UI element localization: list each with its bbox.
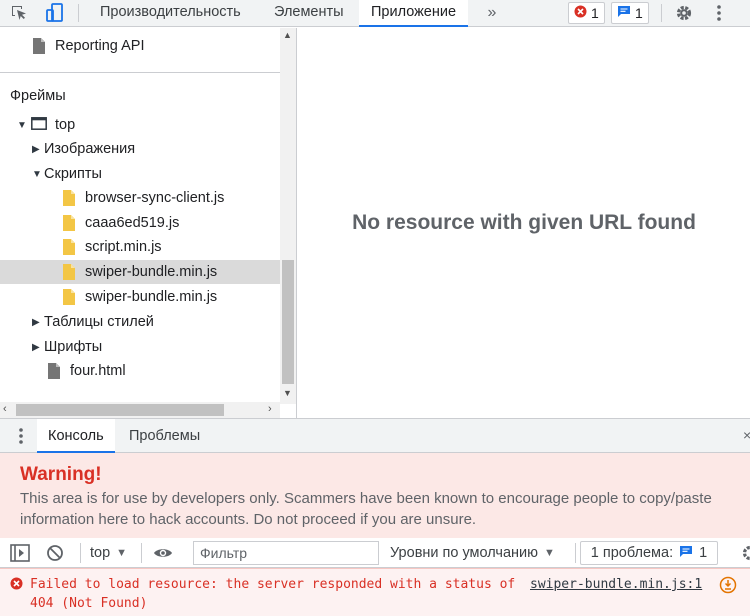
- vertical-scrollbar-thumb[interactable]: [282, 260, 294, 384]
- scroll-right-icon[interactable]: ›: [268, 403, 272, 415]
- tree-item-images[interactable]: ▶ Изображения: [0, 137, 280, 161]
- tree-item-label: swiper-bundle.min.js: [85, 289, 218, 305]
- toolbar-separator: [80, 543, 81, 563]
- warning-title: Warning!: [20, 464, 102, 485]
- dropdown-triangle-icon: ▼: [116, 547, 128, 559]
- frames-section-title: Фреймы: [10, 88, 66, 104]
- triangle-down-icon[interactable]: ▼: [32, 169, 44, 180]
- toolbar-separator: [141, 543, 142, 563]
- tab-application[interactable]: Приложение: [359, 0, 469, 27]
- horizontal-scrollbar-thumb[interactable]: [16, 404, 224, 416]
- tree-item-script-file[interactable]: caaa6ed519.js: [0, 211, 280, 235]
- context-selector-label: top: [90, 545, 111, 561]
- frame-icon: [31, 116, 47, 134]
- toolbar-separator: [575, 543, 576, 563]
- context-selector[interactable]: top ▼: [90, 538, 127, 568]
- messages-badge[interactable]: 1: [611, 2, 649, 24]
- script-file-icon: [63, 190, 75, 206]
- tab-console[interactable]: Консоль: [37, 419, 115, 453]
- drawer-menu-icon[interactable]: [10, 425, 32, 447]
- error-badge[interactable]: 1: [568, 2, 605, 24]
- more-vertical-icon[interactable]: [708, 2, 730, 24]
- tree-item-script-file-selected[interactable]: swiper-bundle.min.js: [0, 260, 280, 284]
- tree-item-fonts[interactable]: ▶ Шрифты: [0, 335, 280, 359]
- scroll-left-icon[interactable]: ‹: [3, 403, 7, 415]
- toolbar-separator: [78, 4, 79, 22]
- chevron-double-right-icon[interactable]: »: [481, 2, 503, 24]
- tree-item-label: caaa6ed519.js: [85, 215, 180, 231]
- tree-item-stylesheets[interactable]: ▶ Таблицы стилей: [0, 310, 280, 334]
- clear-console-icon[interactable]: [46, 538, 64, 568]
- dropdown-triangle-icon: ▼: [544, 547, 555, 559]
- eye-icon[interactable]: [153, 538, 173, 568]
- log-levels-label: Уровни по умолчанию: [390, 545, 539, 561]
- tree-item-reporting-api[interactable]: Reporting API: [0, 34, 280, 58]
- tree-item-label: browser-sync-client.js: [85, 190, 225, 206]
- devtools-toolbar: Производительность Элементы Приложение »…: [0, 0, 750, 27]
- triangle-down-icon[interactable]: ▼: [17, 120, 29, 131]
- message-icon: [679, 545, 693, 562]
- self-xss-warning: Warning! This area is for use by develop…: [0, 453, 750, 538]
- tree-item-label: script.min.js: [85, 239, 162, 255]
- file-icon: [33, 38, 45, 54]
- drawer-tabbar: Консоль Проблемы ×: [0, 418, 750, 453]
- tree-item-script-file[interactable]: swiper-bundle.min.js: [0, 285, 280, 309]
- script-file-icon: [63, 289, 75, 305]
- error-message-text: Failed to load resource: the server resp…: [30, 577, 516, 611]
- tree-item-label: Reporting API: [55, 38, 145, 54]
- error-circle-icon: [574, 5, 587, 21]
- application-sidebar-tree: Reporting API Фреймы ▼ top ▶ Изображения…: [0, 28, 297, 418]
- error-circle-icon: [10, 577, 23, 593]
- tab-performance[interactable]: Производительность: [100, 0, 241, 27]
- sidebar-toggle-icon[interactable]: [10, 538, 30, 568]
- tree-item-top-frame[interactable]: ▼ top: [0, 113, 280, 137]
- error-source-link[interactable]: swiper-bundle.min.js:1: [530, 575, 702, 594]
- console-settings-gear-icon[interactable]: [741, 538, 750, 568]
- issues-counter-button[interactable]: 1 проблема: 1: [580, 541, 718, 565]
- tab-issues[interactable]: Проблемы: [129, 419, 200, 453]
- script-file-icon: [63, 239, 75, 255]
- tree-item-script-file[interactable]: browser-sync-client.js: [0, 186, 280, 210]
- section-divider: [0, 72, 280, 73]
- horizontal-scrollbar[interactable]: ‹ ›: [0, 402, 280, 418]
- script-file-icon: [63, 215, 75, 231]
- tree-item-scripts[interactable]: ▼ Скрипты: [0, 162, 280, 186]
- scroll-down-icon[interactable]: ▼: [283, 388, 292, 398]
- tree-item-label: swiper-bundle.min.js: [85, 264, 218, 280]
- close-icon[interactable]: ×: [743, 427, 750, 443]
- device-toolbar-icon[interactable]: [44, 2, 66, 24]
- tab-elements[interactable]: Элементы: [274, 0, 344, 27]
- message-count: 1: [635, 5, 643, 21]
- issues-count: 1: [699, 545, 708, 561]
- tree-item-script-file[interactable]: script.min.js: [0, 235, 280, 259]
- console-toolbar: top ▼ Уровни по умолчанию ▼ 1 проблема: …: [0, 538, 750, 568]
- console-error-message: Failed to load resource: the server resp…: [0, 568, 750, 616]
- gear-icon[interactable]: [673, 2, 695, 24]
- network-issue-icon[interactable]: [719, 576, 737, 597]
- tree-item-label: Изображения: [44, 141, 136, 157]
- console-filter-input[interactable]: [193, 541, 379, 565]
- triangle-right-icon[interactable]: ▶: [32, 144, 44, 155]
- triangle-right-icon[interactable]: ▶: [32, 317, 44, 328]
- warning-body: This area is for use by developers only.…: [20, 490, 712, 528]
- resource-view: No resource with given URL found: [298, 28, 750, 418]
- issues-label: 1 проблема:: [590, 545, 674, 561]
- inspect-element-icon[interactable]: [8, 2, 30, 24]
- message-icon: [617, 5, 631, 21]
- tree-item-label: Таблицы стилей: [44, 314, 154, 330]
- empty-view-message: No resource with given URL found: [352, 211, 696, 234]
- scroll-up-icon[interactable]: ▲: [283, 30, 292, 40]
- tree-item-label: Шрифты: [44, 339, 103, 355]
- tree-item-label: four.html: [70, 363, 126, 379]
- file-icon: [48, 363, 60, 379]
- tree-item-label: top: [55, 117, 76, 133]
- tree-item-label: Скрипты: [44, 166, 102, 182]
- error-count: 1: [591, 5, 599, 21]
- tree-item-document[interactable]: four.html: [0, 359, 280, 383]
- triangle-right-icon[interactable]: ▶: [32, 342, 44, 353]
- vertical-scrollbar[interactable]: ▲ ▼: [280, 28, 296, 404]
- script-file-icon: [63, 264, 75, 280]
- log-levels-dropdown[interactable]: Уровни по умолчанию ▼: [390, 538, 555, 568]
- toolbar-separator: [661, 4, 662, 22]
